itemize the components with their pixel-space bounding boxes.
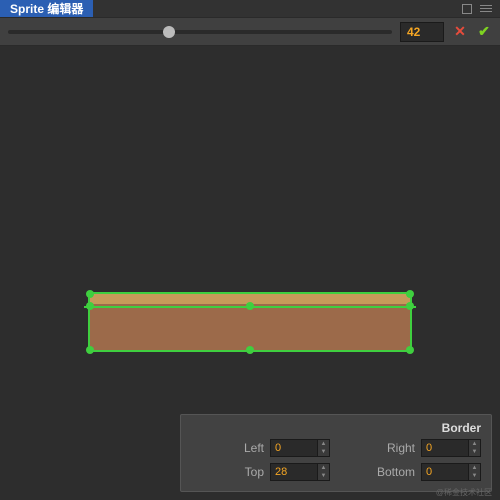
border-right-stepper[interactable]: ▲▼ bbox=[468, 440, 480, 456]
border-right-label: Right bbox=[342, 441, 415, 455]
sprite-preview[interactable] bbox=[90, 294, 410, 350]
titlebar: Sprite 编辑器 bbox=[0, 0, 500, 18]
handle-top-left[interactable] bbox=[86, 290, 94, 298]
handle-top-right[interactable] bbox=[406, 290, 414, 298]
zoom-slider-thumb[interactable] bbox=[163, 26, 175, 38]
border-left-input[interactable]: 0 ▲▼ bbox=[270, 439, 330, 457]
cancel-button[interactable]: ✕ bbox=[452, 24, 468, 40]
border-right-input[interactable]: 0 ▲▼ bbox=[421, 439, 481, 457]
popout-icon[interactable] bbox=[462, 4, 472, 14]
border-left-stepper[interactable]: ▲▼ bbox=[317, 440, 329, 456]
border-top-field: Top 28 ▲▼ bbox=[191, 463, 330, 481]
zoom-value-input[interactable]: 42 bbox=[400, 22, 444, 42]
border-left-label: Left bbox=[191, 441, 264, 455]
border-bottom-field: Bottom 0 ▲▼ bbox=[342, 463, 481, 481]
titlebar-actions bbox=[462, 0, 500, 17]
handle-mid-right[interactable] bbox=[406, 302, 414, 310]
border-bottom-input[interactable]: 0 ▲▼ bbox=[421, 463, 481, 481]
handle-mid-center[interactable] bbox=[246, 302, 254, 310]
border-top-input[interactable]: 28 ▲▼ bbox=[270, 463, 330, 481]
handle-bottom-left[interactable] bbox=[86, 346, 94, 354]
border-top-stepper[interactable]: ▲▼ bbox=[317, 464, 329, 480]
window-title-tab: Sprite 编辑器 bbox=[0, 0, 93, 17]
handle-bottom-center[interactable] bbox=[246, 346, 254, 354]
handle-mid-left[interactable] bbox=[86, 302, 94, 310]
zoom-slider[interactable] bbox=[8, 30, 392, 34]
border-bottom-label: Bottom bbox=[342, 465, 415, 479]
border-panel: Border Left 0 ▲▼ Right 0 ▲▼ Top 28 bbox=[180, 414, 492, 492]
zoom-slider-row: 42 ✕ ✔ bbox=[0, 18, 500, 46]
border-right-field: Right 0 ▲▼ bbox=[342, 439, 481, 457]
window-title: Sprite 编辑器 bbox=[10, 0, 83, 17]
sprite-canvas[interactable]: Border Left 0 ▲▼ Right 0 ▲▼ Top 28 bbox=[0, 46, 500, 500]
border-panel-title: Border bbox=[191, 421, 481, 435]
border-bottom-stepper[interactable]: ▲▼ bbox=[468, 464, 480, 480]
border-top-label: Top bbox=[191, 465, 264, 479]
watermark: @稀金技术社区 bbox=[436, 487, 492, 498]
menu-icon[interactable] bbox=[480, 5, 492, 12]
border-left-field: Left 0 ▲▼ bbox=[191, 439, 330, 457]
confirm-button[interactable]: ✔ bbox=[476, 24, 492, 40]
handle-bottom-right[interactable] bbox=[406, 346, 414, 354]
